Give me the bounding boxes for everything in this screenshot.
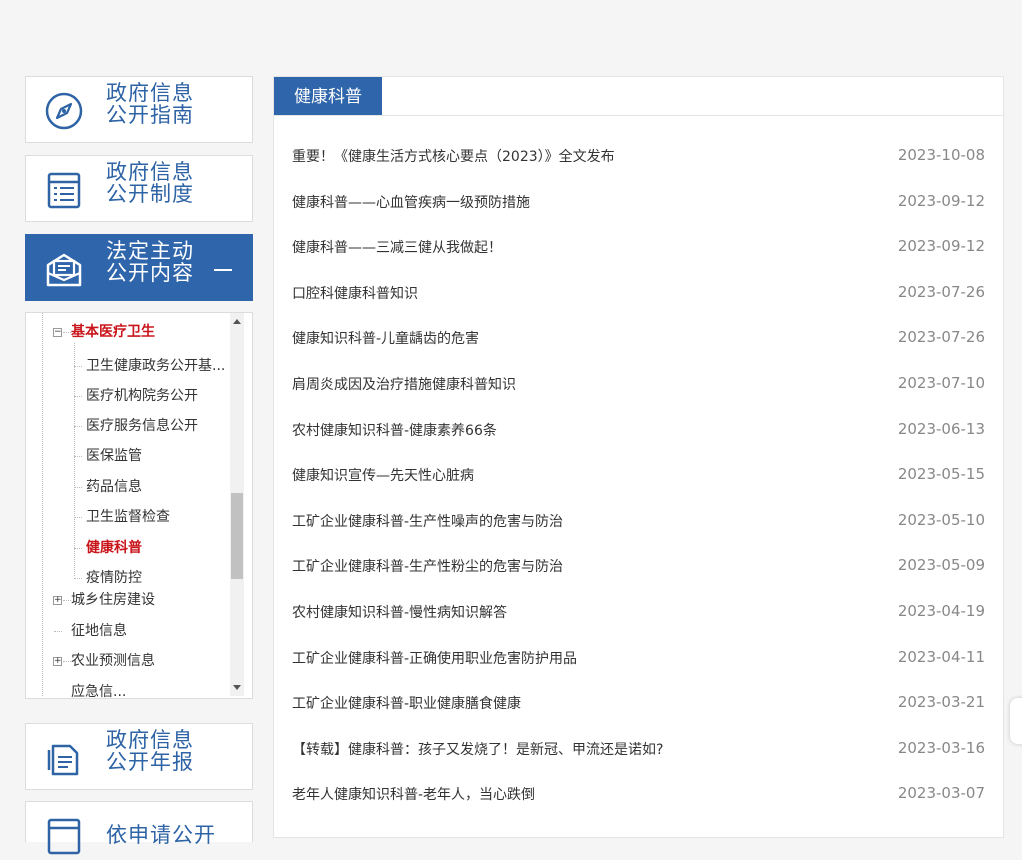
news-title[interactable]: 工矿企业健康科普-正确使用职业危害防护用品 [292,648,577,668]
news-date: 2023-04-11 [897,647,985,666]
news-title[interactable]: 健康科普——心血管疾病一级预防措施 [292,192,530,212]
news-title[interactable]: 农村健康知识科普-健康素养66条 [292,420,497,440]
news-row[interactable]: 老年人健康知识科普-老年人，当心跌倒 2023-03-07 [292,784,985,804]
news-title[interactable]: 健康知识宣传—先天性心脏病 [292,465,474,485]
news-title[interactable]: 工矿企业健康科普-生产性粉尘的危害与防治 [292,556,563,576]
news-date: 2023-05-10 [897,510,985,529]
news-row[interactable]: 工矿企业健康科普-正确使用职业危害防护用品 2023-04-11 [292,648,985,668]
news-date: 2023-03-16 [897,738,985,757]
news-row[interactable]: 工矿企业健康科普-生产性噪声的危害与防治 2023-05-10 [292,511,985,531]
tree-item[interactable]: 医保监管 [86,448,142,464]
apply-label: 依申请公开 [106,823,216,847]
tree-item[interactable]: 卫生健康政务公开基... [86,358,225,374]
list-icon [44,170,84,210]
news-date: 2023-07-10 [897,374,985,392]
news-date: 2023-07-26 [897,282,985,301]
news-date: 2023-05-15 [897,465,985,484]
tree-item-active[interactable]: 健康科普 [86,540,142,556]
news-date: 2023-07-26 [897,328,985,347]
collapse-toggle-icon[interactable] [214,269,232,271]
compass-icon [44,91,84,131]
news-date: 2023-03-21 [897,693,985,712]
tree-item[interactable]: 城乡住房建设 [71,592,155,608]
news-row[interactable]: 健康知识宣传—先天性心脏病 2023-05-15 [292,465,985,485]
system-box[interactable]: 政府信息 公开制度 [25,155,253,222]
news-date: 2023-09-12 [897,191,985,210]
tab-bar: 健康科普 [274,77,1003,116]
tree-item[interactable]: 应急信... [71,684,126,698]
guide-label: 政府信息 公开指南 [106,81,194,127]
news-row[interactable]: 健康知识科普-儿童龋齿的危害 2023-07-26 [292,328,985,348]
category-tree: − 基本医疗卫生 卫生健康政务公开基... 医疗机构院务公开 医疗服务信息公开 … [25,312,253,699]
list-icon [44,816,84,856]
news-date: 2023-05-09 [897,556,985,575]
news-row[interactable]: 工矿企业健康科普-职业健康膳食健康 2023-03-21 [292,693,985,713]
news-date: 2023-09-12 [897,237,985,256]
news-title[interactable]: 重要！《健康生活方式核心要点（2023）》全文发布 [292,146,615,166]
tab-health-science[interactable]: 健康科普 [274,77,382,115]
tree-item[interactable]: 医疗服务信息公开 [86,418,198,434]
tree-item[interactable]: 卫生监督检查 [86,509,170,525]
tree-item[interactable]: 征地信息 [71,623,127,639]
floating-widget-button[interactable] [1010,698,1022,744]
annual-report-label: 政府信息 公开年报 [106,728,194,774]
news-title[interactable]: 农村健康知识科普-慢性病知识解答 [292,602,507,622]
guide-box[interactable]: 政府信息 公开指南 [25,76,253,143]
tree-item[interactable]: 疫情防控 [86,570,142,586]
news-title[interactable]: 工矿企业健康科普-职业健康膳食健康 [292,693,521,713]
document-icon [44,738,84,778]
tree-parent-basic-medical[interactable]: 基本医疗卫生 [71,324,155,340]
tree-item[interactable]: 药品信息 [86,479,142,495]
expand-icon[interactable]: + [53,657,62,666]
news-date: 2023-03-07 [897,784,985,803]
tree-item[interactable]: 医疗机构院务公开 [86,388,198,404]
news-title[interactable]: 健康科普——三减三健从我做起！ [292,237,502,257]
news-row[interactable]: 农村健康知识科普-健康素养66条 2023-06-13 [292,420,985,440]
news-title[interactable]: 健康知识科普-儿童龋齿的危害 [292,328,479,348]
news-title[interactable]: 工矿企业健康科普-生产性噪声的危害与防治 [292,511,563,531]
news-row[interactable]: 健康科普——心血管疾病一级预防措施 2023-09-12 [292,192,985,212]
news-date: 2023-10-08 [897,146,985,164]
collapse-icon[interactable]: − [53,328,62,337]
annual-report-box[interactable]: 政府信息 公开年报 [25,723,253,790]
news-date: 2023-04-19 [897,602,985,620]
news-row[interactable]: 健康科普——三减三健从我做起！ 2023-09-12 [292,237,985,257]
system-label: 政府信息 公开制度 [106,160,194,206]
news-row[interactable]: 农村健康知识科普-慢性病知识解答 2023-04-19 [292,602,985,622]
news-title[interactable]: 【转载】健康科普：孩子又发烧了！是新冠、甲流还是诺如? [292,739,663,759]
news-row[interactable]: 口腔科健康科普知识 2023-07-26 [292,283,985,303]
proactive-label: 法定主动 公开内容 [106,239,194,285]
news-row[interactable]: 重要！《健康生活方式核心要点（2023）》全文发布 2023-10-08 [292,146,985,166]
proactive-box[interactable]: 法定主动 公开内容 [25,234,253,301]
inbox-icon [44,249,84,289]
scroll-thumb[interactable] [231,493,243,579]
apply-box[interactable]: 依申请公开 [25,801,253,855]
news-date: 2023-06-13 [897,419,985,438]
scroll-down-icon[interactable] [233,685,241,690]
tree-scrollbar[interactable] [230,313,244,696]
news-row[interactable]: 肩周炎成因及治疗措施健康科普知识 2023-07-10 [292,374,985,394]
news-row[interactable]: 工矿企业健康科普-生产性粉尘的危害与防治 2023-05-09 [292,556,985,576]
tree-item[interactable]: 农业预测信息 [71,653,155,669]
news-row[interactable]: 【转载】健康科普：孩子又发烧了！是新冠、甲流还是诺如? 2023-03-16 [292,739,985,759]
expand-icon[interactable]: + [53,596,62,605]
news-title[interactable]: 肩周炎成因及治疗措施健康科普知识 [292,374,516,394]
scroll-up-icon[interactable] [233,319,241,324]
content-panel: 健康科普 重要！《健康生活方式核心要点（2023）》全文发布 2023-10-08… [273,76,1004,838]
news-title[interactable]: 老年人健康知识科普-老年人，当心跌倒 [292,784,535,804]
news-title[interactable]: 口腔科健康科普知识 [292,283,418,303]
